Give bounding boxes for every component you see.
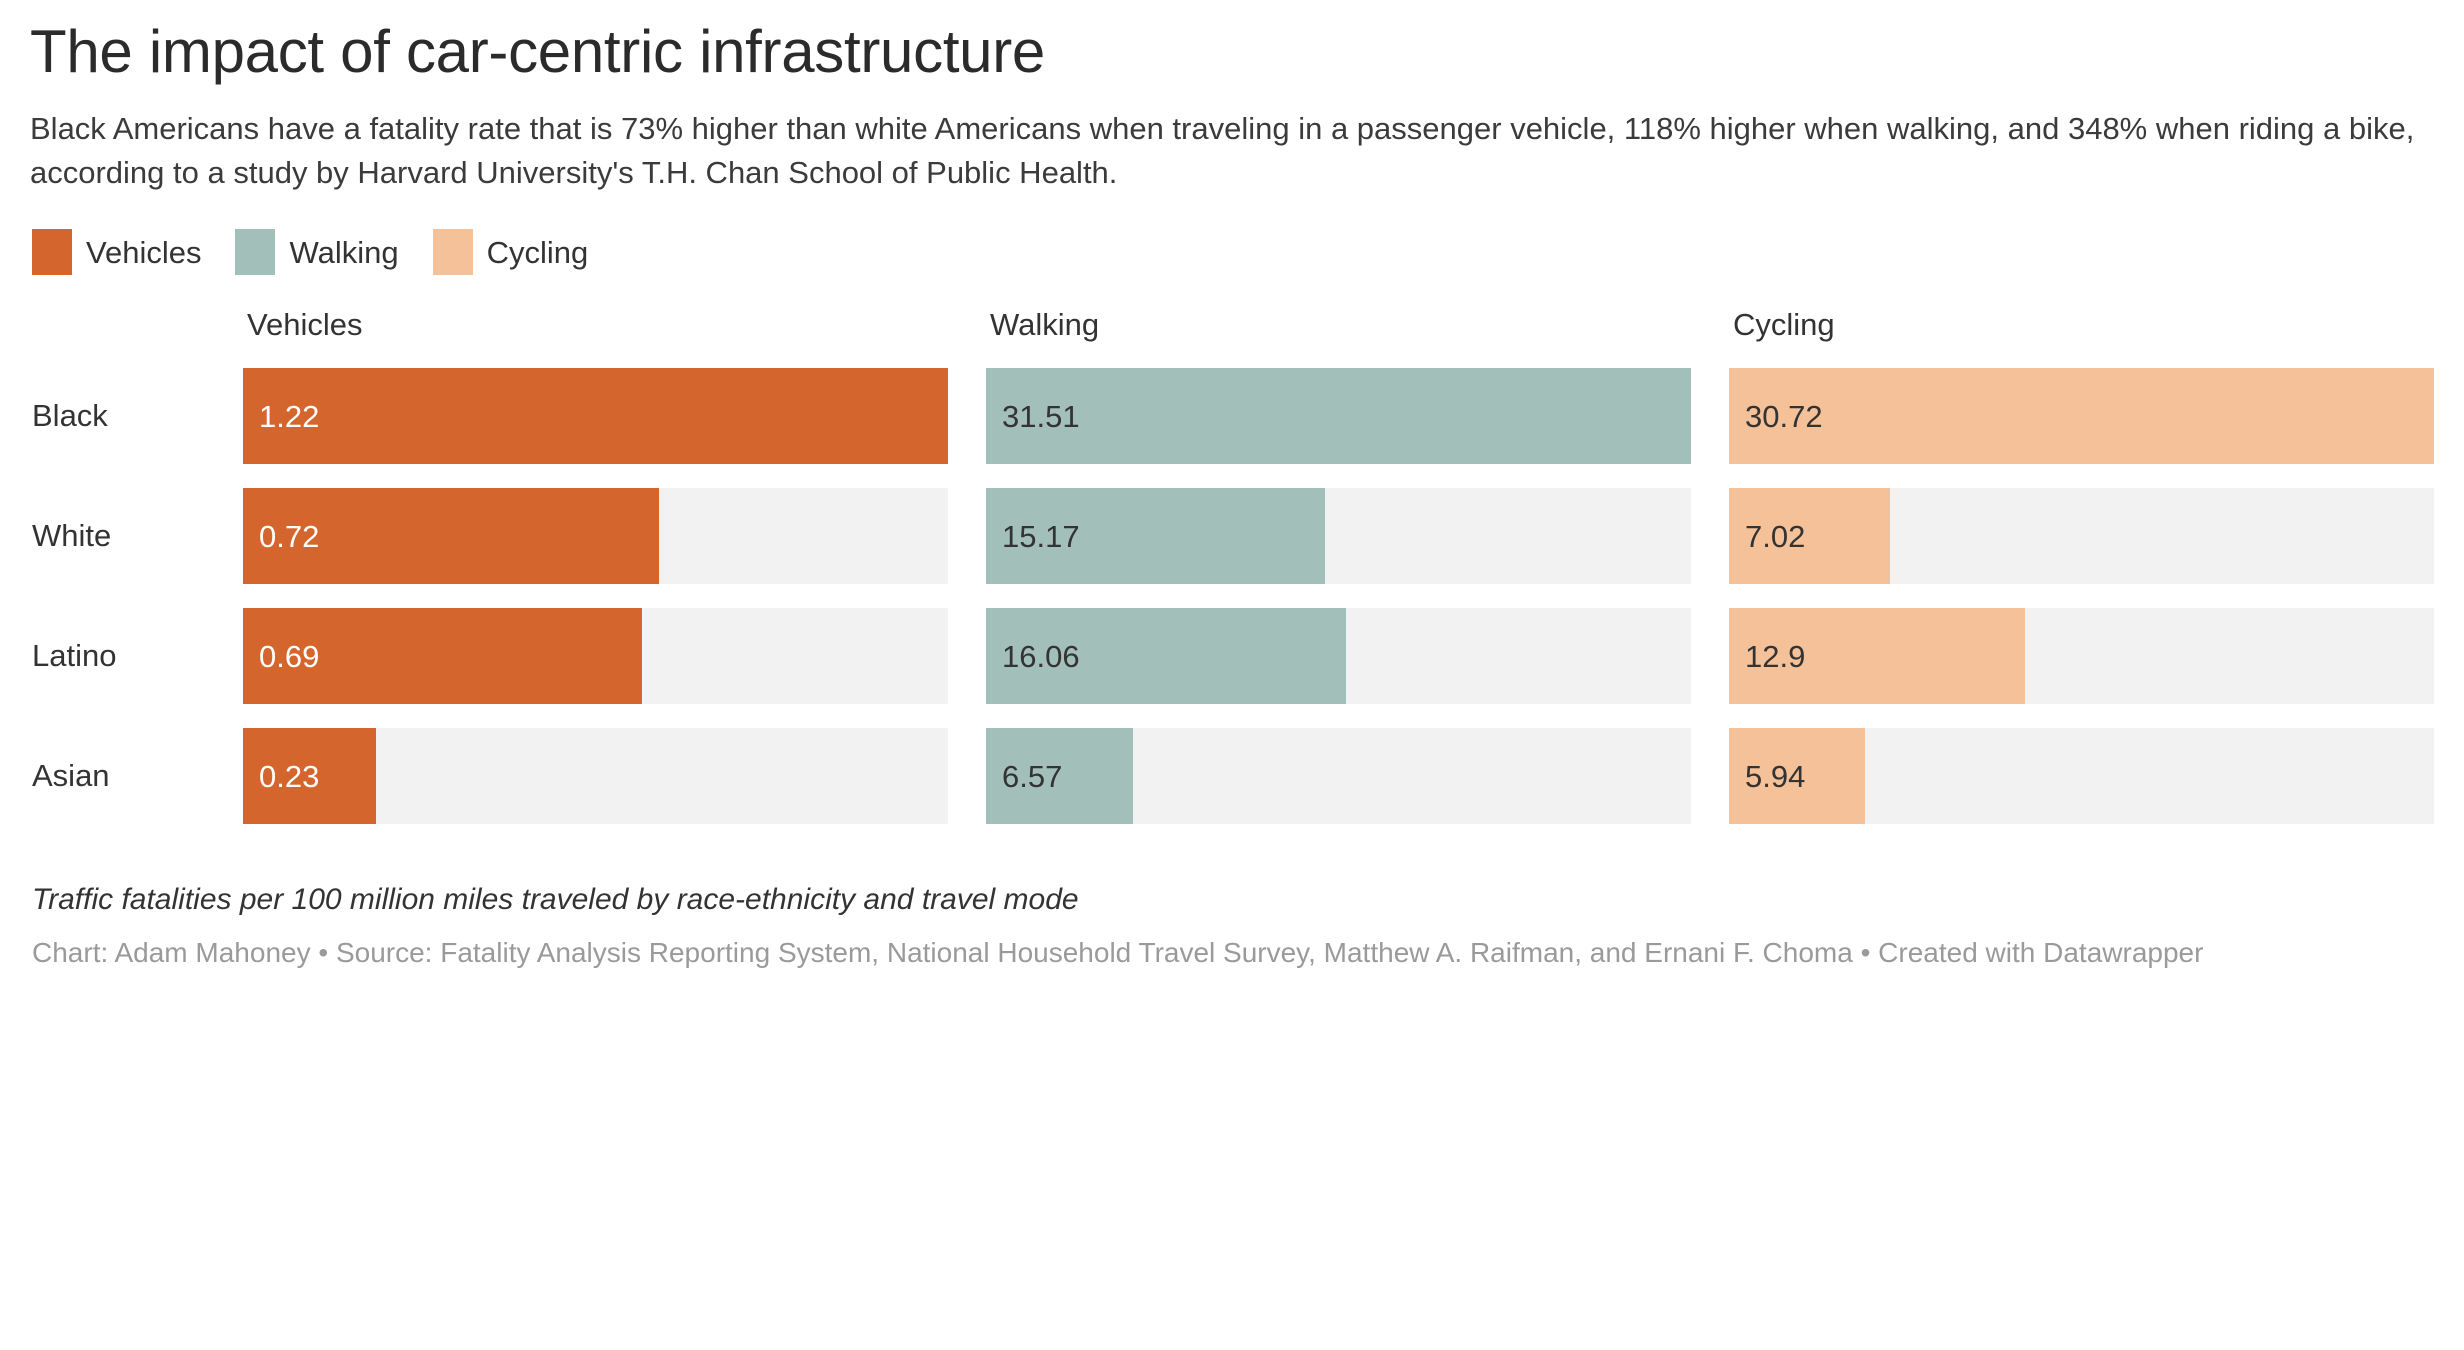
bar-walking-white[interactable]: 15.17 — [986, 488, 1326, 585]
legend-item-cycling[interactable]: Cycling — [432, 229, 589, 276]
table-row: 12.9 — [1729, 596, 2434, 716]
row-label-latino: Latino — [32, 638, 117, 674]
page-title: The impact of car-centric infrastructure — [30, 18, 1046, 85]
row-label-asian: Asian — [32, 758, 110, 794]
bar-vehicles-black[interactable]: 1.22 — [243, 368, 948, 465]
bar-value: 0.23 — [259, 758, 320, 794]
table-row: 0.23 — [243, 716, 948, 836]
bar-track: 12.9 — [1729, 608, 2434, 705]
bar-cycling-latino[interactable]: 12.9 — [1729, 608, 2026, 705]
table-row: 16.06 — [986, 596, 1691, 716]
bar-value: 12.9 — [1745, 638, 1806, 674]
bar-value: 0.69 — [259, 638, 320, 674]
bar-vehicles-latino[interactable]: 0.69 — [243, 608, 643, 705]
bar-track: 31.51 — [986, 368, 1691, 465]
legend-swatch-vehicles — [32, 229, 72, 276]
bar-value: 15.17 — [1002, 518, 1080, 554]
legend-label-walking: Walking — [289, 234, 399, 270]
bar-track: 0.23 — [243, 728, 948, 825]
legend: Vehicles Walking Cycling — [32, 229, 2434, 276]
bar-track: 30.72 — [1729, 368, 2434, 465]
chart-credit: Chart: Adam Mahoney • Source: Fatality A… — [32, 937, 2204, 969]
chart-page: The impact of car-centric infrastructure… — [0, 0, 2464, 1350]
bar-value: 6.57 — [1002, 758, 1063, 794]
row-label-white: White — [32, 518, 112, 554]
bar-value: 30.72 — [1745, 398, 1823, 434]
bar-value: 16.06 — [1002, 638, 1080, 674]
panel-header-cycling: Cycling — [1733, 307, 1835, 343]
table-row: 31.51 — [986, 356, 1691, 476]
bar-track: 5.94 — [1729, 728, 2434, 825]
legend-item-vehicles[interactable]: Vehicles — [32, 229, 202, 276]
bar-cycling-black[interactable]: 30.72 — [1729, 368, 2434, 465]
chart-note: Traffic fatalities per 100 million miles… — [32, 883, 1079, 917]
bar-value: 31.51 — [1002, 398, 1080, 434]
bar-track: 0.72 — [243, 488, 948, 585]
grid-corner — [30, 309, 205, 356]
legend-label-vehicles: Vehicles — [86, 234, 202, 270]
legend-swatch-cycling — [432, 229, 473, 276]
bar-value: 1.22 — [259, 398, 320, 434]
bar-vehicles-asian[interactable]: 0.23 — [243, 728, 377, 825]
bar-track: 0.69 — [243, 608, 948, 705]
bar-vehicles-white[interactable]: 0.72 — [243, 488, 659, 585]
bar-track: 7.02 — [1729, 488, 2434, 585]
table-row: 5.94 — [1729, 716, 2434, 836]
bar-cycling-white[interactable]: 7.02 — [1729, 488, 1891, 585]
bar-track: 15.17 — [986, 488, 1691, 585]
row-label-black: Black — [32, 398, 108, 434]
chart-panels: Vehicles Walking Cycling Black 1.22 31.5… — [30, 309, 2434, 836]
panel-header-vehicles: Vehicles — [247, 307, 363, 343]
table-row: 6.57 — [986, 716, 1691, 836]
legend-label-cycling: Cycling — [486, 234, 589, 270]
bar-walking-asian[interactable]: 6.57 — [986, 728, 1133, 825]
bar-track: 6.57 — [986, 728, 1691, 825]
table-row: 7.02 — [1729, 476, 2434, 596]
panel-header-walking: Walking — [990, 307, 1100, 343]
table-row: 0.72 — [243, 476, 948, 596]
table-row: 0.69 — [243, 596, 948, 716]
bar-value: 0.72 — [259, 518, 320, 554]
bar-value: 7.02 — [1745, 518, 1806, 554]
chart-subtitle: Black Americans have a fatality rate tha… — [30, 111, 2415, 191]
table-row: 1.22 — [243, 356, 948, 476]
legend-swatch-walking — [235, 229, 276, 276]
bar-track: 1.22 — [243, 368, 948, 465]
bar-walking-latino[interactable]: 16.06 — [986, 608, 1346, 705]
bar-cycling-asian[interactable]: 5.94 — [1729, 728, 1866, 825]
bar-walking-black[interactable]: 31.51 — [986, 368, 1691, 465]
legend-item-walking[interactable]: Walking — [235, 229, 399, 276]
table-row: 30.72 — [1729, 356, 2434, 476]
bar-value: 5.94 — [1745, 758, 1806, 794]
chart-footer: Traffic fatalities per 100 million miles… — [30, 880, 2434, 972]
bar-track: 16.06 — [986, 608, 1691, 705]
table-row: 15.17 — [986, 476, 1691, 596]
